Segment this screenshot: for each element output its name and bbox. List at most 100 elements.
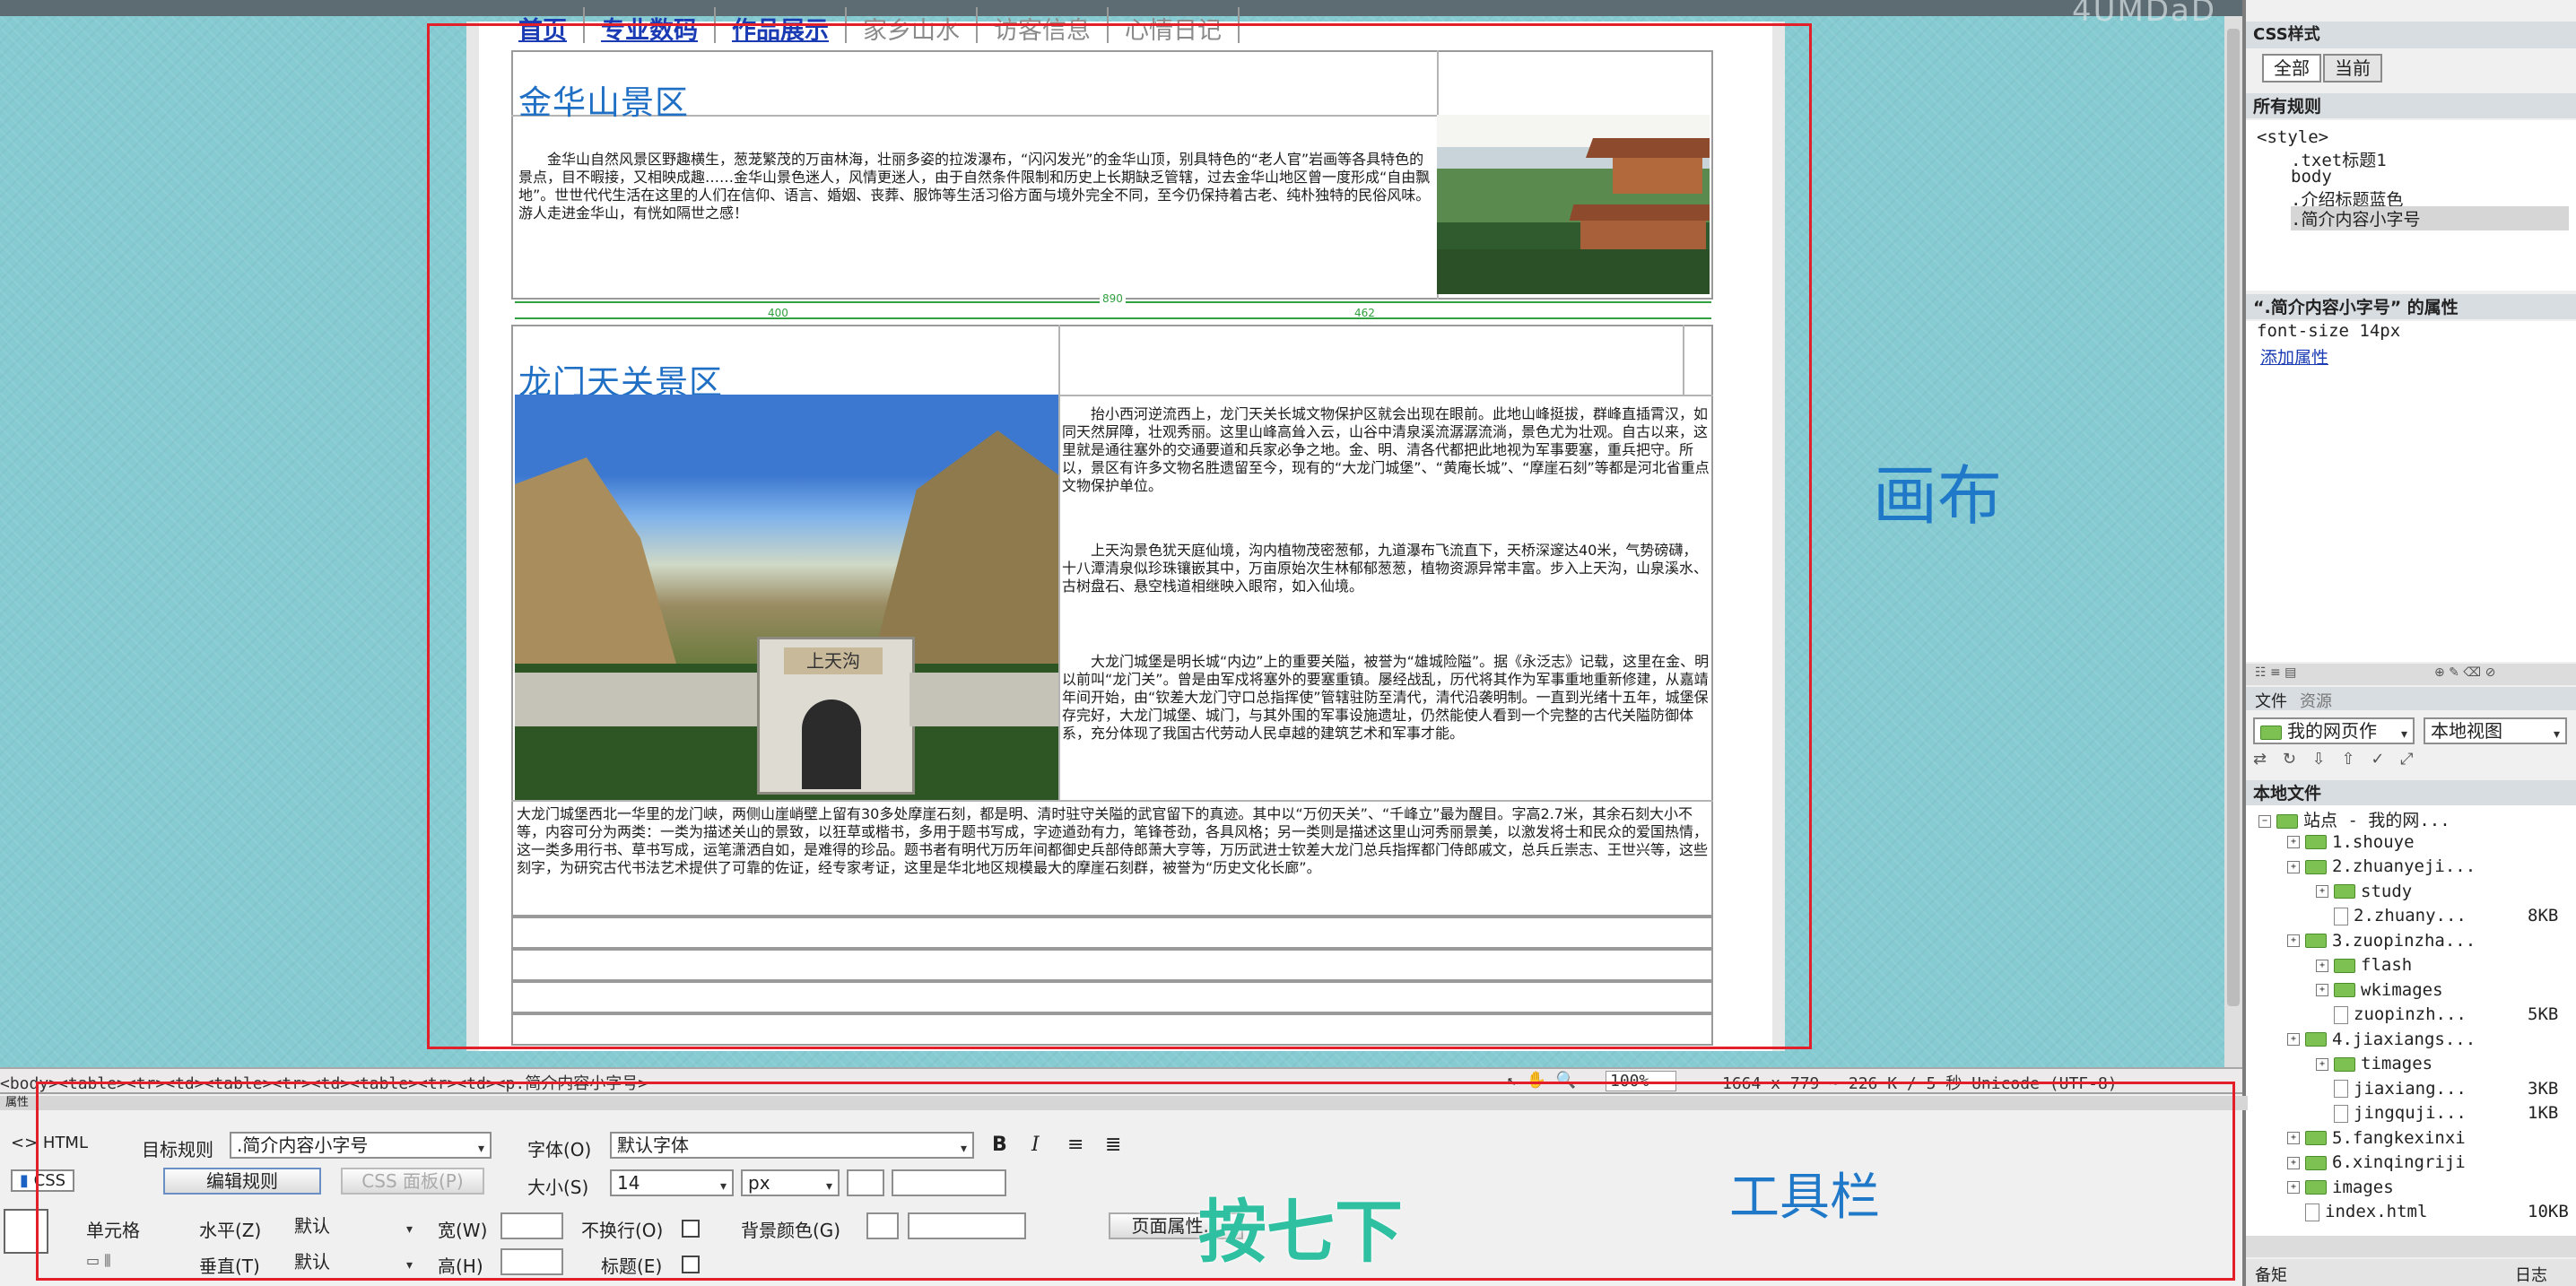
tree-item-label: 2.zhuany... [2354, 906, 2467, 925]
canvas-scrollbar-thumb[interactable] [2227, 29, 2240, 1006]
file-icon [2334, 907, 2348, 925]
folder-icon [2305, 835, 2327, 849]
tree-folder-item[interactable]: +3.zuopinzha... [2287, 931, 2476, 951]
tree-item-label: 4.jiaxiangs... [2332, 1029, 2476, 1049]
tree-folder-item[interactable]: +4.jiaxiangs... [2287, 1030, 2476, 1049]
folder-icon [2305, 1180, 2327, 1195]
folder-icon [2334, 983, 2355, 997]
tree-folder-item[interactable]: +2.zhuanyeji... [2287, 856, 2476, 876]
canvas-highlight-frame [427, 23, 1812, 1049]
tree-scrollbar[interactable] [2246, 1236, 2576, 1257]
files-tabbar: 文件 资源 [2246, 687, 2576, 712]
get-files-icon[interactable]: ⇩ [2312, 750, 2326, 769]
folder-icon [2334, 1056, 2355, 1072]
file-size: 8KB [2528, 906, 2559, 925]
refresh-icon[interactable]: ↻ [2283, 750, 2296, 769]
css-panel-header[interactable]: CSS样式 [2246, 22, 2576, 48]
file-tree: − 站点 - 我的网... +1.shouye +2.zhuanyeji... + stu… [2246, 805, 2576, 1236]
panel-actions-icon[interactable]: ⊕ ✎ ⌫ ⊘ [2434, 665, 2495, 680]
tree-item-label: 站点 - 我的网... [2303, 811, 2450, 830]
chevron-down-icon: ▾ [2400, 727, 2407, 742]
expand-toggle-icon[interactable]: − [2258, 814, 2271, 828]
tab-files[interactable]: 文件 [2255, 689, 2287, 712]
tab-assets[interactable]: 资源 [2300, 689, 2332, 712]
tree-file-item[interactable]: jingquji... [2316, 1103, 2467, 1123]
watermark-brand: 4UMDaD [2072, 0, 2217, 29]
expand-toggle-icon[interactable]: + [2287, 836, 2300, 848]
files-toolbar: ⇄ ↻ ⇩ ⇧ ✓ ⤢ [2253, 750, 2567, 775]
checkout-icon[interactable]: ✓ [2371, 750, 2384, 769]
expand-toggle-icon[interactable]: + [2316, 1057, 2328, 1071]
css-panel-toolbar: ☷ ≡ ▤ ⊕ ✎ ⌫ ⊘ [2246, 664, 2576, 685]
tree-item-label: 1.shouye [2332, 831, 2415, 852]
tree-folder-item[interactable]: + timages [2316, 1054, 2432, 1073]
folder-icon [2305, 859, 2327, 874]
files-status-bar: 备矩 日志 [2246, 1259, 2576, 1286]
expand-toggle-icon[interactable]: + [2287, 1033, 2300, 1046]
tree-item-label: 6.xinqingriji [2332, 1152, 2466, 1172]
file-icon [2334, 1104, 2348, 1123]
rule-item[interactable]: <style> [2257, 127, 2328, 147]
expand-toggle-icon[interactable]: + [2287, 860, 2300, 873]
tree-folder-item[interactable]: +5.fangkexinxi [2287, 1128, 2466, 1148]
folder-icon [2305, 934, 2327, 948]
tree-item-label: timages [2361, 1054, 2433, 1073]
canvas-annotation: 画布 [1873, 458, 2003, 534]
tree-folder-item[interactable]: +6.xinqingriji [2287, 1152, 2466, 1172]
ready-label: 备矩 [2255, 1266, 2287, 1285]
expand-icon[interactable]: ⤢ [2400, 750, 2413, 769]
folder-icon [2305, 1131, 2327, 1145]
expand-toggle-icon[interactable]: + [2287, 934, 2300, 947]
tab-all-rules[interactable]: 全部 [2262, 54, 2321, 83]
expand-toggle-icon[interactable]: + [2316, 959, 2328, 972]
file-size: 5KB [2528, 1004, 2559, 1024]
folder-icon [2334, 884, 2355, 899]
rules-tree: <style> .txet标题1 body .介绍标题蓝色 .简介内容小字号 [2246, 120, 2576, 291]
html-tag-icon: <> [11, 1134, 39, 1152]
tree-item-label: study [2361, 881, 2413, 901]
folder-icon [2305, 1155, 2327, 1170]
tree-folder-item[interactable]: +1.shouye [2287, 832, 2415, 852]
tab-current-rules[interactable]: 当前 [2323, 54, 2382, 83]
css-properties-list: font-size 14px 添加属性 [2246, 321, 2576, 662]
tree-item-label: 5.fangkexinxi [2332, 1127, 2466, 1148]
tree-folder-item[interactable]: + study [2316, 882, 2412, 901]
tree-file-item[interactable]: zuopinzh... [2316, 1004, 2467, 1024]
tree-item-label: 3.zuopinzha... [2332, 930, 2476, 951]
tree-file-item[interactable]: index.html [2287, 1202, 2427, 1221]
log-button[interactable]: 日志 [2515, 1263, 2547, 1286]
connect-icon[interactable]: ⇄ [2253, 750, 2267, 769]
expand-toggle-icon[interactable]: + [2316, 885, 2328, 898]
folder-icon [2260, 725, 2282, 740]
add-property-link[interactable]: 添加属性 [2260, 344, 2328, 369]
tree-folder-item[interactable]: + images [2287, 1177, 2394, 1197]
rule-item[interactable]: body [2291, 167, 2332, 187]
tree-folder-item[interactable]: + wkimages [2316, 980, 2443, 1000]
site-select[interactable]: 我的网页作 ▾ [2253, 717, 2415, 744]
rule-item-selected[interactable]: .简介内容小字号 [2291, 206, 2569, 230]
view-select[interactable]: 本地视图 ▾ [2424, 717, 2567, 744]
css-property-row[interactable]: font-size 14px [2257, 321, 2400, 341]
tree-item-label: wkimages [2361, 979, 2443, 1000]
file-size: 3KB [2528, 1078, 2559, 1099]
properties-title: “.简介内容小字号” 的属性 [2246, 294, 2576, 319]
tree-file-item[interactable]: jiaxiang... [2316, 1079, 2467, 1099]
expand-toggle-icon[interactable]: + [2287, 1156, 2300, 1169]
tree-folder-item[interactable]: + flash [2316, 955, 2412, 975]
view-toggle-icon[interactable]: ☷ ≡ ▤ [2255, 665, 2296, 680]
put-files-icon[interactable]: ⇧ [2341, 750, 2354, 769]
expand-toggle-icon[interactable]: + [2316, 984, 2328, 996]
file-size: 10KB [2528, 1202, 2569, 1221]
tree-item-label: jingquji... [2354, 1103, 2467, 1123]
tree-file-item[interactable]: 2.zhuany... [2316, 906, 2467, 925]
css-icon: ▮ [20, 1171, 29, 1190]
expand-toggle-icon[interactable]: + [2287, 1132, 2300, 1144]
local-files-header: 本地文件 [2246, 780, 2576, 805]
file-icon [2305, 1203, 2319, 1221]
expand-toggle-icon[interactable]: + [2287, 1181, 2300, 1194]
folder-icon [2305, 1032, 2327, 1047]
folder-icon [2334, 958, 2355, 973]
tree-folder-item[interactable]: − 站点 - 我的网... [2258, 807, 2450, 831]
toolbar-highlight-frame [36, 1082, 2235, 1281]
canvas-scrollbar[interactable] [2224, 16, 2242, 1067]
